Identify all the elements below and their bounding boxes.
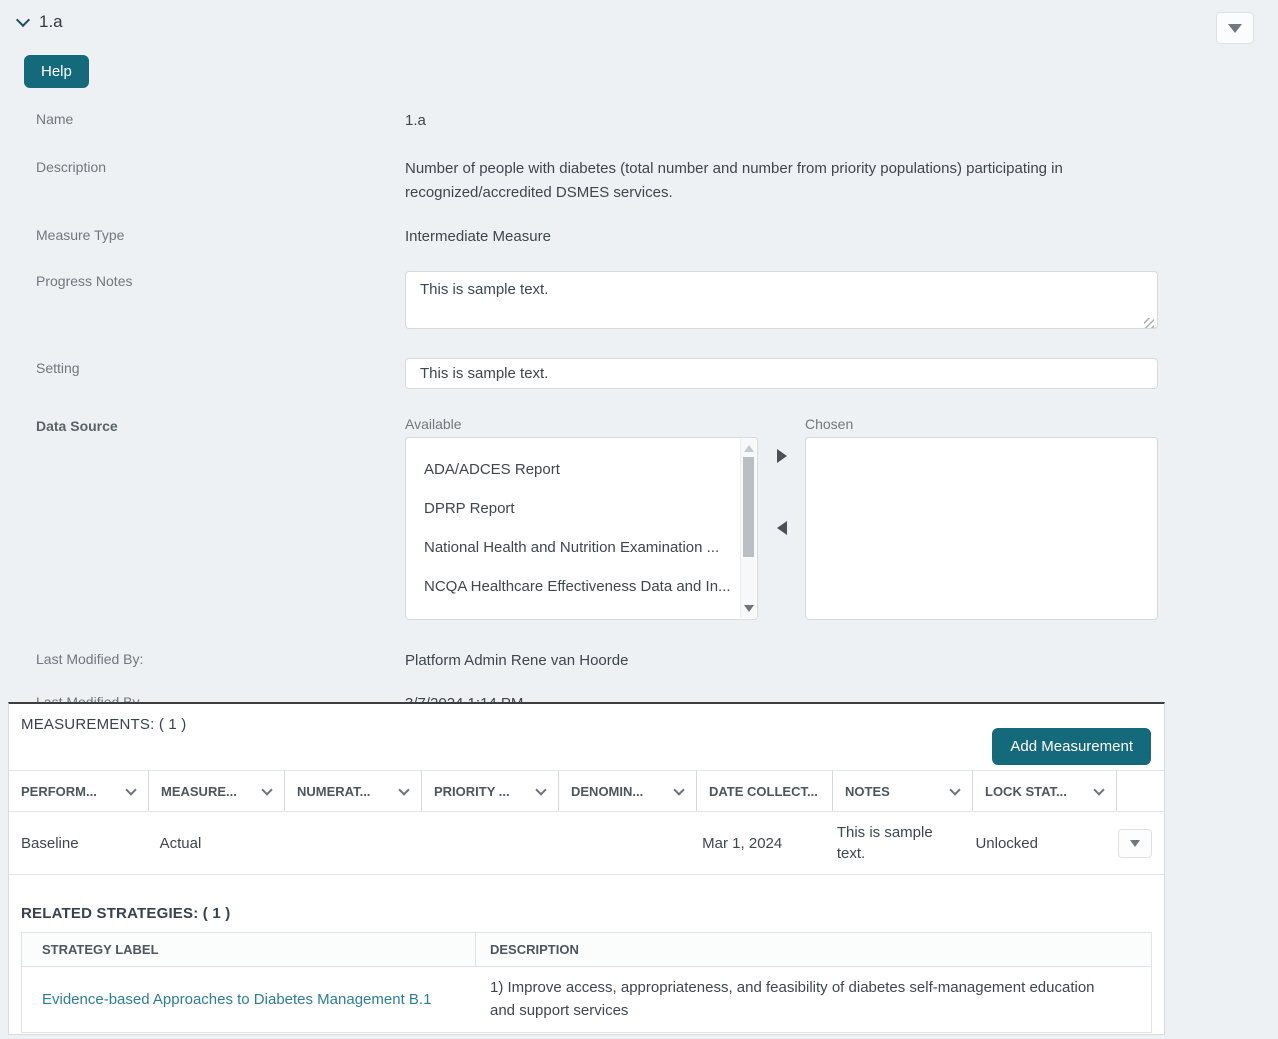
data-source-label: Data Source (36, 418, 118, 434)
setting-input[interactable] (405, 358, 1158, 389)
data-source-dual-list: Available ADA/ADCES Report DPRP Report N… (405, 416, 1158, 620)
description-value: Number of people with diabetes (total nu… (405, 160, 1063, 201)
form-row-description: Description Number of people with diabet… (36, 157, 1278, 204)
add-measurement-button[interactable]: Add Measurement (992, 728, 1151, 765)
section-menu-button[interactable] (1216, 12, 1254, 44)
cell-strategy-description: 1) Improve access, appropriateness, and … (490, 979, 1095, 1019)
strategy-link[interactable]: Evidence-based Approaches to Diabetes Ma… (42, 991, 431, 1008)
description-label: Description (36, 159, 107, 176)
measurements-title: MEASUREMENTS: ( 1 ) (21, 716, 187, 733)
cell-performance: Baseline (21, 834, 79, 852)
column-label: PERFORM... (21, 783, 97, 799)
scrollbar-thumb[interactable] (743, 457, 754, 557)
measure-type-value: Intermediate Measure (405, 227, 551, 245)
sort-chevron-icon (125, 783, 137, 796)
column-header-date-collected[interactable]: DATE COLLECT... (697, 771, 833, 811)
chosen-caption: Chosen (805, 416, 854, 432)
column-label: DENOMIN... (571, 783, 644, 799)
measurements-header: MEASUREMENTS: ( 1 ) Add Measurement (9, 704, 1164, 770)
available-listbox[interactable]: ADA/ADCES Report DPRP Report National He… (405, 437, 758, 620)
sort-chevron-icon (949, 783, 961, 796)
form-row-name: Name 1.a (36, 109, 1278, 132)
list-item[interactable]: NCQA Healthcare Effectiveness Data and I… (406, 567, 757, 606)
column-header-measure[interactable]: MEASURE... (149, 771, 285, 811)
triangle-down-icon (1130, 839, 1140, 847)
form-row-data-source: Data Source Available ADA/ADCES Report D… (36, 416, 1278, 620)
measurements-table-header: PERFORM... MEASURE... NUMERAT... PRIORIT… (9, 770, 1164, 812)
cell-strategy-label: Evidence-based Approaches to Diabetes Ma… (22, 991, 476, 1008)
chosen-column: Chosen (805, 416, 1158, 620)
cell-measure: Actual (159, 834, 202, 852)
sort-chevron-icon (1093, 783, 1105, 796)
column-header-performance[interactable]: PERFORM... (9, 771, 149, 811)
cell-actions (1106, 828, 1164, 858)
list-item[interactable]: ADA/ADCES Report (406, 450, 757, 489)
name-value: 1.a (405, 112, 426, 129)
sort-chevron-icon (535, 783, 547, 796)
row-menu-button[interactable] (1118, 828, 1152, 858)
column-label: NOTES (845, 783, 890, 799)
column-header-lock-status[interactable]: LOCK STAT... (973, 771, 1117, 811)
chevron-down-icon[interactable] (15, 12, 31, 27)
cell-date-collected: Mar 1, 2024 (702, 834, 783, 852)
available-items: ADA/ADCES Report DPRP Report National He… (406, 438, 757, 606)
progress-notes-label: Progress Notes (36, 273, 133, 289)
chosen-listbox[interactable] (805, 437, 1158, 620)
available-column: Available ADA/ADCES Report DPRP Report N… (405, 416, 758, 620)
strategy-row: Evidence-based Approaches to Diabetes Ma… (22, 967, 1151, 1032)
column-header-actions (1117, 771, 1164, 811)
measurements-panel: MEASUREMENTS: ( 1 ) Add Measurement PERF… (8, 702, 1165, 1035)
name-label: Name (36, 111, 74, 127)
sort-chevron-icon (261, 783, 273, 796)
measurement-row: Baseline Actual Mar 1, 2024 This is samp… (9, 812, 1164, 875)
strategies-table-header: STRATEGY LABEL DESCRIPTION (22, 933, 1151, 967)
progress-notes-textarea[interactable]: This is sample text. (405, 271, 1158, 329)
available-caption: Available (405, 416, 462, 432)
sort-chevron-icon (673, 783, 685, 796)
last-modified-by-value: Platform Admin Rene van Hoorde (405, 652, 629, 669)
column-header-strategy-label: STRATEGY LABEL (22, 933, 476, 966)
related-strategies-table: STRATEGY LABEL DESCRIPTION Evidence-base… (21, 932, 1152, 1033)
title-group: 1.a (15, 12, 63, 32)
scrollbar[interactable] (740, 439, 756, 618)
measure-detail-page: 1.a Help Name 1.a Description Number of … (0, 0, 1278, 1039)
column-header-numerator[interactable]: NUMERAT... (285, 771, 422, 811)
transfer-arrows (758, 416, 805, 620)
column-label: DATE COLLECT... (709, 783, 818, 799)
form-row-setting: Setting (36, 358, 1278, 389)
column-header-denominator[interactable]: DENOMIN... (559, 771, 697, 811)
list-item[interactable]: National Health and Nutrition Examinatio… (406, 528, 757, 567)
move-right-icon[interactable] (776, 449, 787, 463)
help-button[interactable]: Help (24, 55, 89, 88)
column-label: NUMERAT... (297, 783, 371, 799)
measure-form: Name 1.a Description Number of people wi… (0, 88, 1278, 716)
column-label: MEASURE... (161, 783, 237, 799)
form-row-measure-type: Measure Type Intermediate Measure (36, 225, 1278, 248)
setting-label: Setting (36, 360, 80, 376)
form-row-last-modified-by: Last Modified By: Platform Admin Rene va… (36, 649, 1278, 672)
scroll-down-icon[interactable] (744, 605, 754, 612)
top-bar: 1.a (0, 0, 1278, 44)
column-label: PRIORITY ... (434, 783, 510, 799)
page-title: 1.a (39, 12, 63, 31)
column-header-notes[interactable]: NOTES (833, 771, 973, 811)
form-row-progress-notes: Progress Notes This is sample text. (36, 271, 1278, 334)
related-strategies-title: RELATED STRATEGIES: ( 1 ) (21, 905, 231, 922)
triangle-down-icon (1228, 23, 1242, 33)
cell-notes: This is sample text. (836, 824, 933, 862)
measure-type-label: Measure Type (36, 226, 125, 243)
column-header-description: DESCRIPTION (490, 942, 579, 957)
sort-chevron-icon (398, 783, 410, 796)
list-item[interactable]: DPRP Report (406, 489, 757, 528)
scroll-up-icon[interactable] (744, 445, 754, 452)
column-header-priority[interactable]: PRIORITY ... (422, 771, 559, 811)
resize-grip-icon[interactable] (1144, 318, 1154, 328)
move-left-icon[interactable] (776, 521, 787, 535)
cell-lock-status: Unlocked (975, 834, 1038, 852)
last-modified-by-label: Last Modified By: (36, 651, 144, 667)
column-label: LOCK STAT... (985, 783, 1067, 799)
